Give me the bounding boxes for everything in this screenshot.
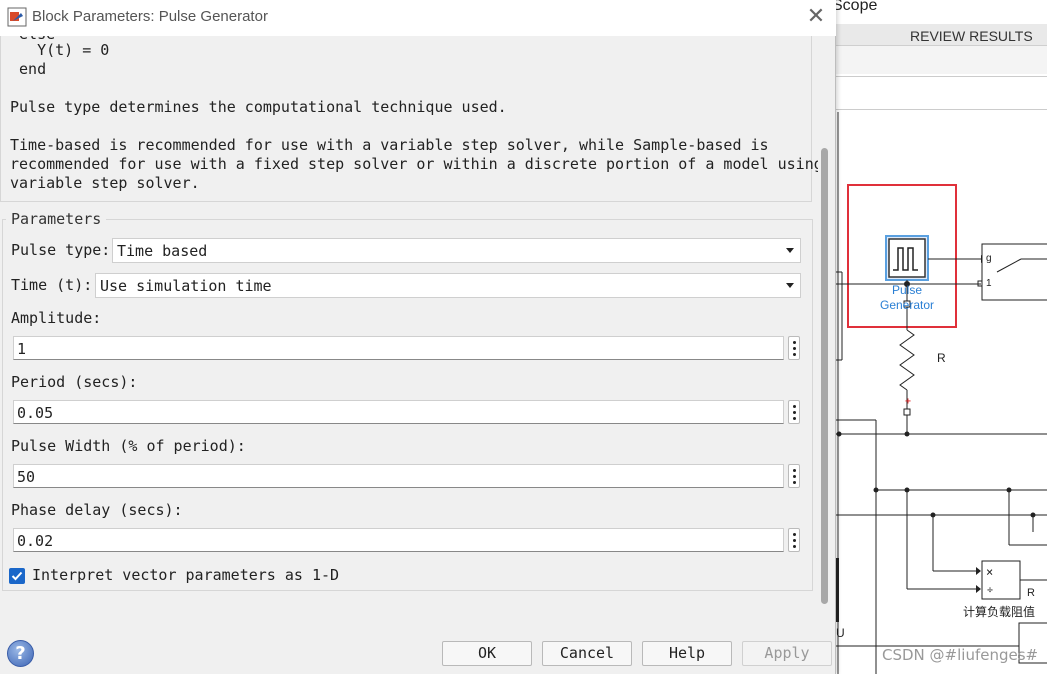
pulse-width-input[interactable]: 50	[13, 464, 784, 488]
resistor-label: R	[937, 351, 946, 365]
description-para2-line1: Time-based is recommended for use with a…	[10, 136, 769, 154]
phase-delay-more-options-icon[interactable]	[788, 528, 800, 552]
interpret-vector-label: Interpret vector parameters as 1-D	[32, 566, 340, 584]
toolstrip	[836, 46, 1047, 74]
apply-button[interactable]: Apply	[742, 641, 832, 666]
partial-block-label: U	[836, 626, 845, 640]
period-input[interactable]: 0.05	[13, 400, 784, 424]
block-description: else Y(t) = 0 end Pulse type determines …	[0, 36, 818, 202]
svg-text:×: ×	[986, 565, 993, 579]
period-label: Period (secs):	[11, 373, 138, 391]
address-bar	[836, 76, 1047, 110]
svg-text:+: +	[905, 396, 911, 407]
amplitude-label: Amplitude:	[11, 309, 102, 327]
help-icon[interactable]: ?	[7, 640, 34, 667]
pulse-generator-label: Pulse Generator	[872, 283, 942, 313]
amplitude-input[interactable]: 1	[13, 336, 784, 360]
pulse-width-label: Pulse Width (% of period):	[11, 437, 246, 455]
pulse-type-label: Pulse type:	[11, 241, 111, 259]
chevron-down-icon	[786, 248, 794, 253]
code-line-1: Y(t) = 0	[10, 41, 110, 59]
checkmark-icon	[11, 571, 23, 581]
chevron-down-icon	[786, 283, 794, 288]
scrollbar-thumb[interactable]	[821, 148, 828, 604]
description-para2-line2: recommended for use with a fixed step so…	[10, 155, 818, 173]
time-label: Time (t):	[11, 276, 93, 294]
pulse-type-value: Time based	[117, 242, 208, 260]
pulse-width-more-options-icon[interactable]	[788, 464, 800, 488]
time-dropdown[interactable]: Use simulation time	[95, 273, 801, 298]
switch-port-g: g	[986, 253, 992, 264]
tab-review-results[interactable]: REVIEW RESULTS	[910, 28, 1033, 44]
help-button[interactable]: Help	[642, 641, 732, 666]
description-para2-line3: variable step solver.	[10, 174, 200, 192]
interpret-vector-checkbox[interactable]	[9, 568, 25, 584]
switch-port-1: 1	[986, 278, 992, 289]
dialog-title: Block Parameters: Pulse Generator	[32, 8, 268, 25]
ok-button[interactable]: OK	[442, 641, 532, 666]
pulse-generator-label-line2: Generator	[879, 298, 935, 312]
pulse-generator-label-line1: Pulse	[891, 283, 923, 297]
calc-load-resistance-label: 计算负载阻值	[963, 605, 1036, 619]
pulse-type-dropdown[interactable]: Time based	[112, 238, 801, 263]
period-more-options-icon[interactable]	[788, 400, 800, 424]
svg-text:÷: ÷	[987, 585, 993, 596]
description-para1: Pulse type determines the computational …	[10, 98, 507, 116]
pulse-generator-block[interactable]	[885, 235, 929, 281]
switch-block[interactable]	[981, 243, 1047, 301]
dialog-titlebar[interactable]: Block Parameters: Pulse Generator ✕	[0, 0, 836, 36]
product-port-label: R	[1027, 587, 1035, 599]
dialog-content[interactable]: else Y(t) = 0 end Pulse type determines …	[0, 36, 818, 598]
product-block[interactable]: × ÷	[981, 560, 1047, 600]
block-parameters-dialog: Block Parameters: Pulse Generator ✕ else…	[0, 0, 836, 674]
model-diagram: + × ÷	[836, 112, 1047, 674]
cancel-button[interactable]: Cancel	[542, 641, 632, 666]
code-line-2: end	[10, 60, 47, 78]
parameters-legend: Parameters	[6, 210, 107, 228]
phase-delay-label: Phase delay (secs):	[11, 501, 183, 519]
phase-delay-input[interactable]: 0.02	[13, 528, 784, 552]
watermark: CSDN @#liufenges#	[882, 646, 1039, 664]
amplitude-more-options-icon[interactable]	[788, 336, 800, 360]
time-value: Use simulation time	[100, 277, 272, 295]
simulink-block-icon	[7, 7, 27, 27]
scope-title: Scope	[832, 0, 878, 14]
close-icon[interactable]: ✕	[800, 2, 832, 32]
